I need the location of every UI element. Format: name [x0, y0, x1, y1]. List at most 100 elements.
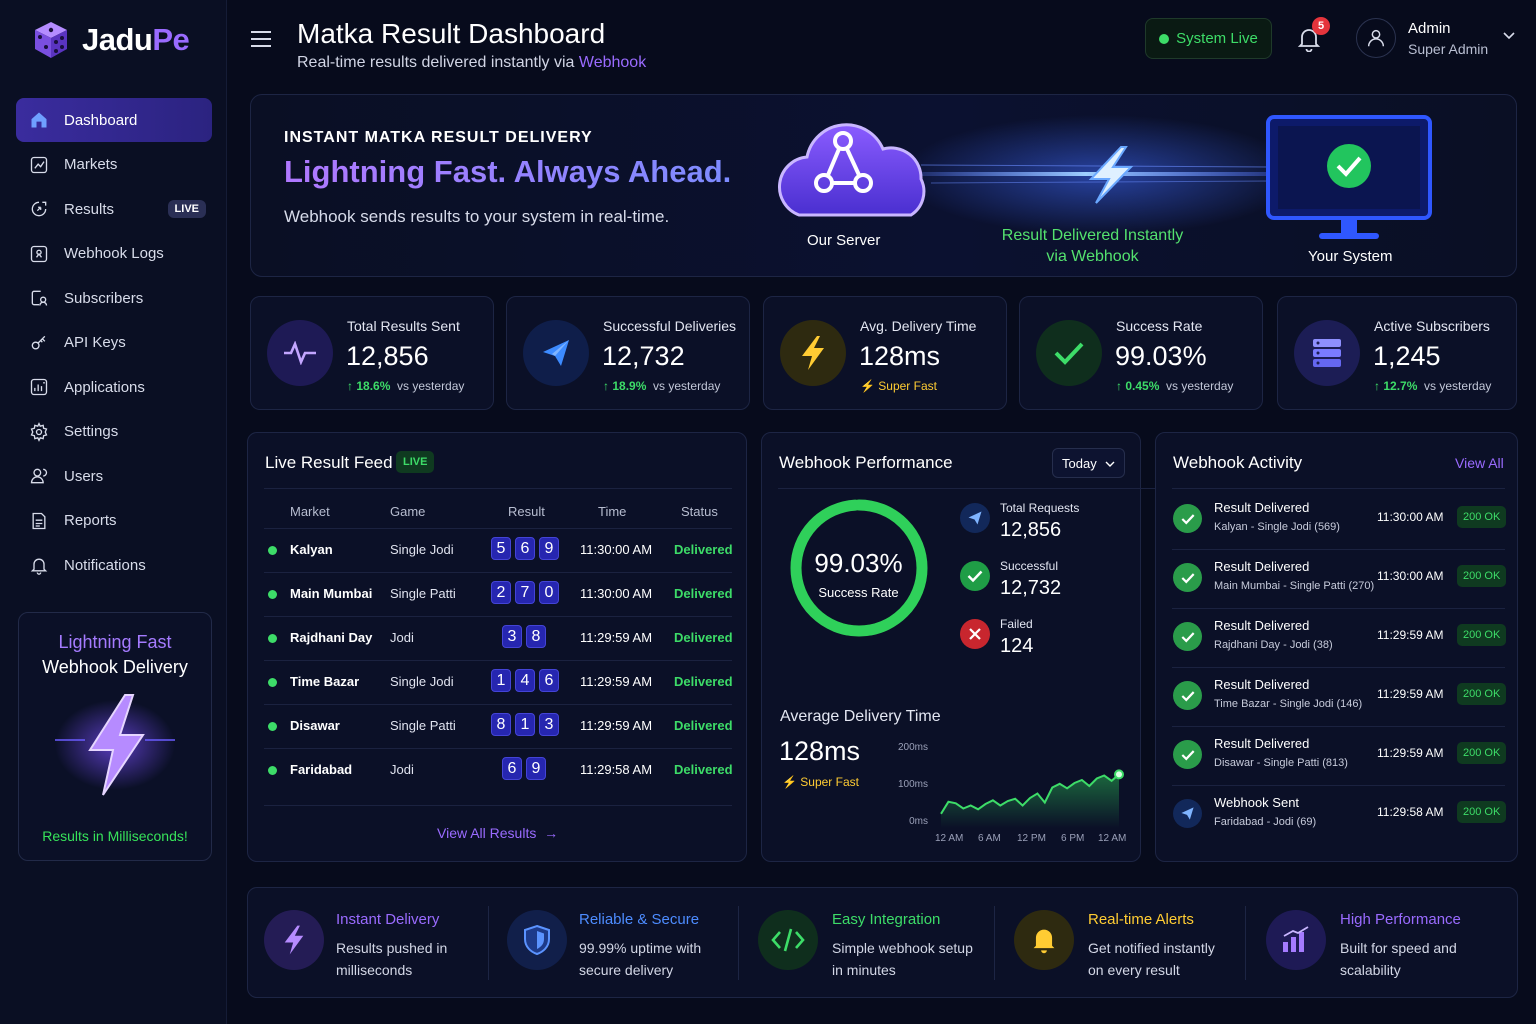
- table-row[interactable]: Faridabad Jodi 69 11:29:58 AM Delivered: [248, 749, 748, 793]
- close-icon: [960, 619, 990, 649]
- avatar[interactable]: [1356, 18, 1396, 58]
- y-tick-label: 0ms: [909, 816, 928, 827]
- sidebar-item-applications[interactable]: Applications: [16, 365, 212, 409]
- stat-change: ↑ 0.45% vs yesterday: [1116, 379, 1234, 393]
- feature-description: Get notified instantly on every result: [1088, 940, 1215, 978]
- sidebar-item-users[interactable]: Users: [16, 454, 212, 498]
- table-row[interactable]: Main Mumbai Single Patti 270 11:30:00 AM…: [248, 573, 748, 617]
- bar-chart-icon: [1266, 910, 1326, 970]
- column-header-game[interactable]: Game: [390, 504, 425, 519]
- page-subtitle: Real-time results delivered instantly vi…: [297, 54, 647, 71]
- activity-item[interactable]: Result Delivered Time Bazar - Single Jod…: [1156, 667, 1519, 726]
- result-digits: 38: [502, 625, 546, 648]
- sidebar-item-subscribers[interactable]: Subscribers: [16, 276, 212, 320]
- promo-title-1: Lightning Fast: [58, 632, 172, 652]
- stat-card-avg-delivery-time[interactable]: Avg. Delivery Time 128ms ⚡ Super Fast: [763, 296, 1007, 410]
- game-type: Single Patti: [390, 718, 456, 733]
- activity-item[interactable]: Webhook Sent Faridabad - Jodi (69) 11:29…: [1156, 785, 1519, 844]
- system-status-button[interactable]: System Live: [1145, 18, 1272, 59]
- results-icon: [31, 201, 47, 217]
- activity-time: 11:29:58 AM: [1377, 805, 1444, 819]
- hero-description: Webhook sends results to your system in …: [284, 207, 670, 226]
- metric-label: Successful: [1000, 559, 1059, 573]
- stat-card-total-results[interactable]: Total Results Sent 12,856 ↑ 18.6% vs yes…: [250, 296, 494, 410]
- webhook-logs-icon: [30, 245, 48, 262]
- chart-last-point[interactable]: [1114, 769, 1124, 780]
- game-type: Jodi: [390, 762, 414, 777]
- sidebar-item-notifications[interactable]: Notifications: [16, 543, 212, 587]
- status-badge: 200 OK: [1457, 801, 1507, 823]
- stat-value: 1,245: [1373, 341, 1441, 371]
- activity-item[interactable]: Result Delivered Disawar - Single Patti …: [1156, 726, 1519, 785]
- activity-item[interactable]: Result Delivered Main Mumbai - Single Pa…: [1156, 549, 1519, 608]
- activity-item[interactable]: Result Delivered Rajdhani Day - Jodi (38…: [1156, 608, 1519, 667]
- user-name[interactable]: Admin: [1408, 20, 1451, 37]
- feature-title: High Performance: [1340, 911, 1461, 928]
- sidebar-item-api-keys[interactable]: API Keys: [16, 321, 212, 365]
- status-dot: [268, 546, 277, 555]
- result-digit: 1: [491, 669, 511, 692]
- period-select[interactable]: Today: [1052, 448, 1125, 478]
- column-header-status[interactable]: Status: [681, 504, 718, 519]
- delivery-status: Delivered: [674, 718, 733, 733]
- result-digits: 813: [491, 713, 559, 736]
- pulse-icon: [267, 320, 333, 386]
- activity-detail: Faridabad - Jodi (69): [1214, 816, 1317, 828]
- result-digit: 6: [502, 757, 522, 780]
- hero-headline: Lightning Fast. Always Ahead.: [284, 154, 732, 189]
- table-row[interactable]: Rajdhani Day Jodi 38 11:29:59 AM Deliver…: [248, 617, 748, 661]
- column-header-time[interactable]: Time: [598, 504, 626, 519]
- activity-detail: Time Bazar - Single Jodi (146): [1214, 698, 1363, 710]
- sidebar-item-results[interactable]: Results LIVE: [16, 187, 212, 231]
- result-digit: 3: [539, 713, 559, 736]
- sidebar-item-settings[interactable]: Settings: [16, 410, 212, 454]
- stat-value: 128ms: [859, 341, 941, 371]
- view-all-activity-link[interactable]: View All: [1455, 455, 1504, 471]
- sidebar-item-reports[interactable]: Reports: [16, 499, 212, 543]
- brand-logo[interactable]: JaduPe: [32, 20, 190, 60]
- system-label: Your System: [1308, 248, 1393, 265]
- promo-card: Lightning Fast Webhook Delivery Results …: [18, 612, 212, 861]
- stat-change: ↑ 18.9% vs yesterday: [603, 379, 721, 393]
- webhook-link[interactable]: Webhook: [579, 54, 646, 71]
- sidebar-item-label: Dashboard: [64, 111, 138, 129]
- divider: [264, 805, 732, 806]
- result-time: 11:30:00 AM: [580, 542, 653, 557]
- feature-title: Easy Integration: [832, 911, 941, 928]
- market-name: Time Bazar: [290, 674, 360, 689]
- activity-title: Result Delivered: [1214, 618, 1310, 633]
- divider: [264, 488, 732, 489]
- divider: [1172, 488, 1505, 489]
- divider: [738, 906, 739, 980]
- bolt-icon: [264, 910, 324, 970]
- table-row[interactable]: Disawar Single Patti 813 11:29:59 AM Del…: [248, 705, 748, 749]
- table-row[interactable]: Time Bazar Single Jodi 146 11:29:59 AM D…: [248, 661, 748, 705]
- menu-icon[interactable]: [250, 30, 272, 48]
- result-time: 11:29:59 AM: [580, 718, 653, 733]
- subscribers-icon: [31, 290, 48, 306]
- stat-card-success-rate[interactable]: Success Rate 99.03% ↑ 0.45% vs yesterday: [1019, 296, 1263, 410]
- sidebar-item-markets[interactable]: Markets: [16, 143, 212, 187]
- result-digit: 1: [515, 713, 535, 736]
- stat-card-active-subscribers[interactable]: Active Subscribers 1,245 ↑ 12.7% vs yest…: [1277, 296, 1517, 410]
- result-digits: 69: [502, 757, 546, 780]
- check-icon: [1173, 740, 1202, 769]
- delivery-status: Delivered: [674, 586, 733, 601]
- user-icon: [1367, 29, 1385, 47]
- sidebar-item-webhook-logs[interactable]: Webhook Logs: [16, 232, 212, 276]
- result-digits: 569: [491, 537, 559, 560]
- sidebar-item-label: Results: [64, 200, 115, 218]
- result-digits: 146: [491, 669, 559, 692]
- chevron-down-icon[interactable]: [1502, 31, 1516, 41]
- table-row[interactable]: Kalyan Single Jodi 569 11:30:00 AM Deliv…: [248, 529, 748, 573]
- column-header-result[interactable]: Result: [508, 504, 545, 519]
- column-header-market[interactable]: Market: [290, 504, 330, 519]
- stat-card-successful-deliveries[interactable]: Successful Deliveries 12,732 ↑ 18.9% vs …: [506, 296, 750, 410]
- send-icon: [960, 503, 990, 533]
- activity-item[interactable]: Result Delivered Kalyan - Single Jodi (5…: [1156, 490, 1519, 549]
- activity-time: 11:29:59 AM: [1377, 628, 1444, 642]
- check-icon: [1036, 320, 1102, 386]
- sidebar-item-dashboard[interactable]: Dashboard: [16, 98, 212, 142]
- view-all-results-link[interactable]: View All Results →: [437, 825, 558, 841]
- result-digit: 5: [491, 537, 511, 560]
